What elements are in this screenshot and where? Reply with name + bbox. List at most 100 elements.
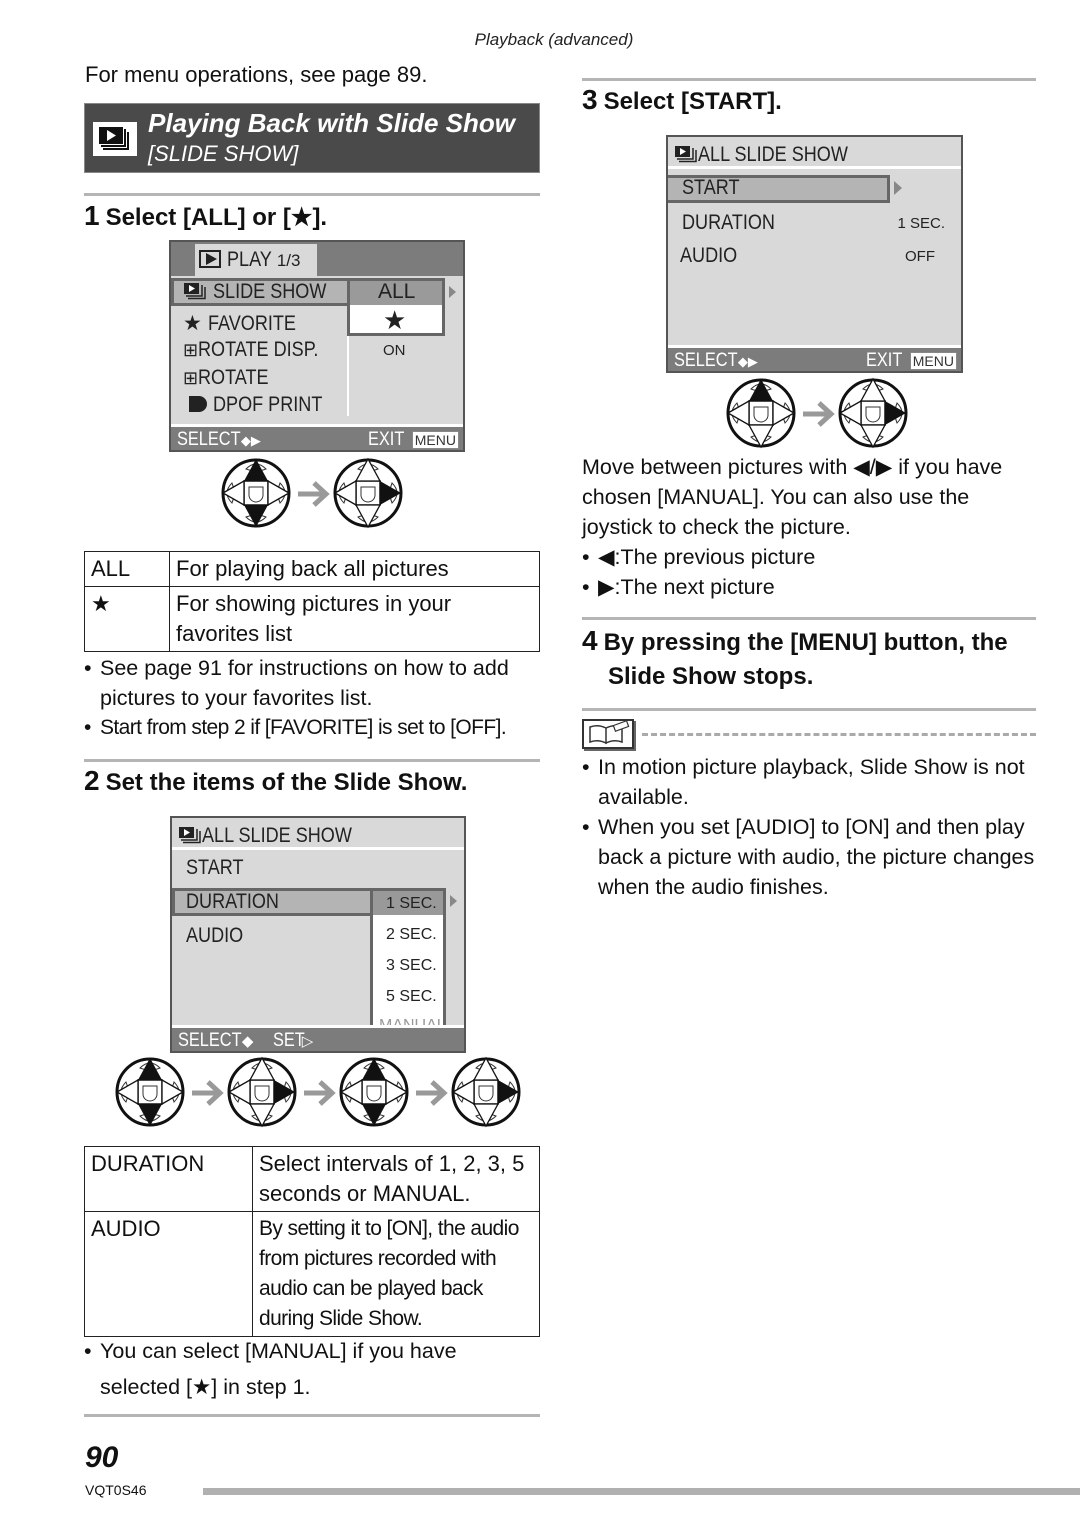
joystick-sequence bbox=[115, 1056, 521, 1128]
slideshow-icon bbox=[183, 282, 207, 300]
table-desc: By setting it to [ON], the audio from pi… bbox=[252, 1211, 540, 1337]
option-2-sec[interactable]: 2 SEC. bbox=[386, 926, 437, 944]
arrow-right-icon bbox=[298, 481, 330, 507]
note-item: In motion picture playback, Slide Show i… bbox=[582, 752, 1042, 812]
step3-bullets: ◀:The previous picture ▶:The next pictur… bbox=[582, 542, 1042, 602]
slideshow-icon bbox=[93, 122, 137, 156]
select-up-down-icon: ◆ bbox=[241, 1033, 254, 1050]
divider bbox=[84, 193, 540, 196]
step2-note: You can select [MANUAL] if you have sele… bbox=[84, 1333, 504, 1405]
table-key: DURATION bbox=[84, 1146, 253, 1212]
arrow-right-icon bbox=[192, 1080, 224, 1106]
menu-item-start[interactable]: START bbox=[186, 856, 253, 880]
star-icon: ★ bbox=[183, 312, 202, 335]
section-title-banner: Playing Back with Slide Show [SLIDE SHOW… bbox=[84, 103, 540, 173]
step1-camera-screen: PLAY 1/3 SLIDE SHOW ALL ★ FAVORITE ★ ⊞RO… bbox=[169, 240, 465, 452]
menu-operations-note: For menu operations, see page 89. bbox=[85, 62, 428, 87]
submenu-arrow-icon bbox=[894, 181, 902, 195]
joystick-up-down-icon bbox=[339, 1057, 409, 1127]
menu-item-rotate[interactable]: ⊞ROTATE bbox=[183, 366, 280, 390]
screen-title: ALL SLIDE SHOW bbox=[668, 137, 961, 169]
submenu-arrow-icon bbox=[450, 895, 457, 907]
table-row: ★ For showing pictures in your favorites… bbox=[84, 586, 540, 652]
table-key: ★ bbox=[84, 586, 170, 652]
step3-heading: 3 Select [START]. bbox=[582, 84, 782, 115]
slideshow-icon bbox=[178, 826, 202, 844]
joystick-up-icon bbox=[726, 378, 796, 449]
play-tab: PLAY 1/3 bbox=[195, 244, 317, 276]
menu-item-duration[interactable]: DURATION bbox=[186, 890, 294, 914]
note-item: Start from step 2 if [FAVORITE] is set t… bbox=[84, 713, 544, 743]
rotate-disp-value: ON bbox=[383, 342, 406, 359]
option-star[interactable]: ★ bbox=[383, 305, 406, 336]
bullet-item: ▶:The next picture bbox=[582, 572, 1042, 602]
table-desc: For playing back all pictures bbox=[169, 551, 540, 587]
step1-options-table: ALL For playing back all pictures ★ For … bbox=[84, 551, 540, 652]
menu-item-favorite[interactable]: ★ FAVORITE bbox=[183, 311, 310, 336]
note-book-icon bbox=[582, 719, 634, 749]
bullet-item: ◀:The previous picture bbox=[582, 542, 1042, 572]
doc-code: VQT0S46 bbox=[85, 1482, 147, 1498]
menu-item-audio[interactable]: AUDIO bbox=[680, 244, 747, 268]
table-desc: Select intervals of 1, 2, 3, 5 seconds o… bbox=[252, 1146, 540, 1212]
step1-notes: See page 91 for instructions on how to a… bbox=[84, 653, 544, 743]
step3-camera-screen: ALL SLIDE SHOW START DURATION 1 SEC. AUD… bbox=[666, 135, 963, 373]
joystick-right-icon bbox=[838, 377, 908, 449]
joystick-right-icon bbox=[451, 1056, 521, 1128]
arrow-right-icon bbox=[803, 401, 835, 427]
option-all[interactable]: ALL bbox=[378, 280, 415, 304]
divider bbox=[84, 759, 540, 762]
step4-heading: 4 By pressing the [MENU] button, the Slid… bbox=[582, 625, 1008, 690]
duration-value: 1 SEC. bbox=[897, 215, 945, 232]
table-key: ALL bbox=[84, 551, 170, 587]
menu-item-rotate-disp[interactable]: ⊞ROTATE DISP. bbox=[183, 338, 338, 362]
divider bbox=[582, 617, 1036, 620]
play-icon bbox=[199, 250, 221, 268]
screen-title: ALL SLIDE SHOW bbox=[172, 818, 464, 850]
menu-key-icon: MENU bbox=[411, 431, 459, 449]
select-arrows-icon: ◆▶ bbox=[240, 433, 261, 448]
audio-value: OFF bbox=[905, 248, 935, 265]
rotate-icon: ⊞ bbox=[183, 368, 199, 388]
rotate-disp-icon: ⊞ bbox=[183, 340, 199, 360]
submenu-arrow-icon bbox=[449, 286, 456, 298]
menu-item-duration[interactable]: DURATION bbox=[682, 211, 790, 235]
table-key: AUDIO bbox=[84, 1211, 253, 1337]
note-item: See page 91 for instructions on how to a… bbox=[84, 653, 544, 713]
arrow-right-icon bbox=[304, 1080, 336, 1106]
option-3-sec[interactable]: 3 SEC. bbox=[386, 957, 437, 975]
menu-key-icon: MENU bbox=[909, 352, 957, 370]
notes-list: In motion picture playback, Slide Show i… bbox=[582, 752, 1042, 902]
note-item: When you set [AUDIO] to [ON] and then pl… bbox=[582, 812, 1042, 902]
joystick-right-icon bbox=[333, 457, 403, 529]
menu-item-slide-show[interactable]: SLIDE SHOW bbox=[183, 280, 345, 304]
joystick-sequence bbox=[221, 457, 403, 529]
footer-bar bbox=[203, 1488, 1080, 1495]
running-head: Playback (advanced) bbox=[474, 30, 634, 49]
table-row: AUDIO By setting it to [ON], the audio f… bbox=[84, 1211, 540, 1337]
section-subtitle: [SLIDE SHOW] bbox=[148, 141, 299, 166]
joystick-up-down-icon bbox=[221, 458, 291, 528]
step1-heading: 1 Select [ALL] or [★]. bbox=[84, 200, 328, 231]
screen-footer: SELECT◆ SET▷ bbox=[172, 1025, 464, 1051]
dpof-icon bbox=[189, 396, 207, 412]
screen-footer: SELECT◆▶ EXIT MENU bbox=[668, 345, 961, 371]
table-row: ALL For playing back all pictures bbox=[84, 551, 540, 587]
table-row: DURATION Select intervals of 1, 2, 3, 5 … bbox=[84, 1146, 540, 1212]
dashed-divider bbox=[642, 733, 1036, 736]
menu-item-start[interactable]: START bbox=[682, 176, 749, 200]
step3-text: Move between pictures with ◀/▶ if you ha… bbox=[582, 455, 1003, 539]
step2-settings-table: DURATION Select intervals of 1, 2, 3, 5 … bbox=[84, 1146, 540, 1337]
section-title: Playing Back with Slide Show bbox=[148, 108, 515, 138]
option-5-sec[interactable]: 5 SEC. bbox=[386, 988, 437, 1006]
divider bbox=[582, 708, 1036, 711]
option-1-sec[interactable]: 1 SEC. bbox=[386, 895, 437, 913]
slideshow-icon bbox=[674, 145, 698, 163]
note-item: You can select [MANUAL] if you have sele… bbox=[84, 1333, 504, 1405]
joystick-up-down-icon bbox=[115, 1057, 185, 1127]
screen-footer: SELECT◆▶ EXIT MENU bbox=[171, 424, 463, 450]
joystick-sequence bbox=[726, 377, 908, 449]
arrow-right-icon bbox=[416, 1080, 448, 1106]
menu-item-audio[interactable]: AUDIO bbox=[186, 924, 253, 948]
menu-item-dpof-print[interactable]: DPOF PRINT bbox=[189, 393, 340, 417]
